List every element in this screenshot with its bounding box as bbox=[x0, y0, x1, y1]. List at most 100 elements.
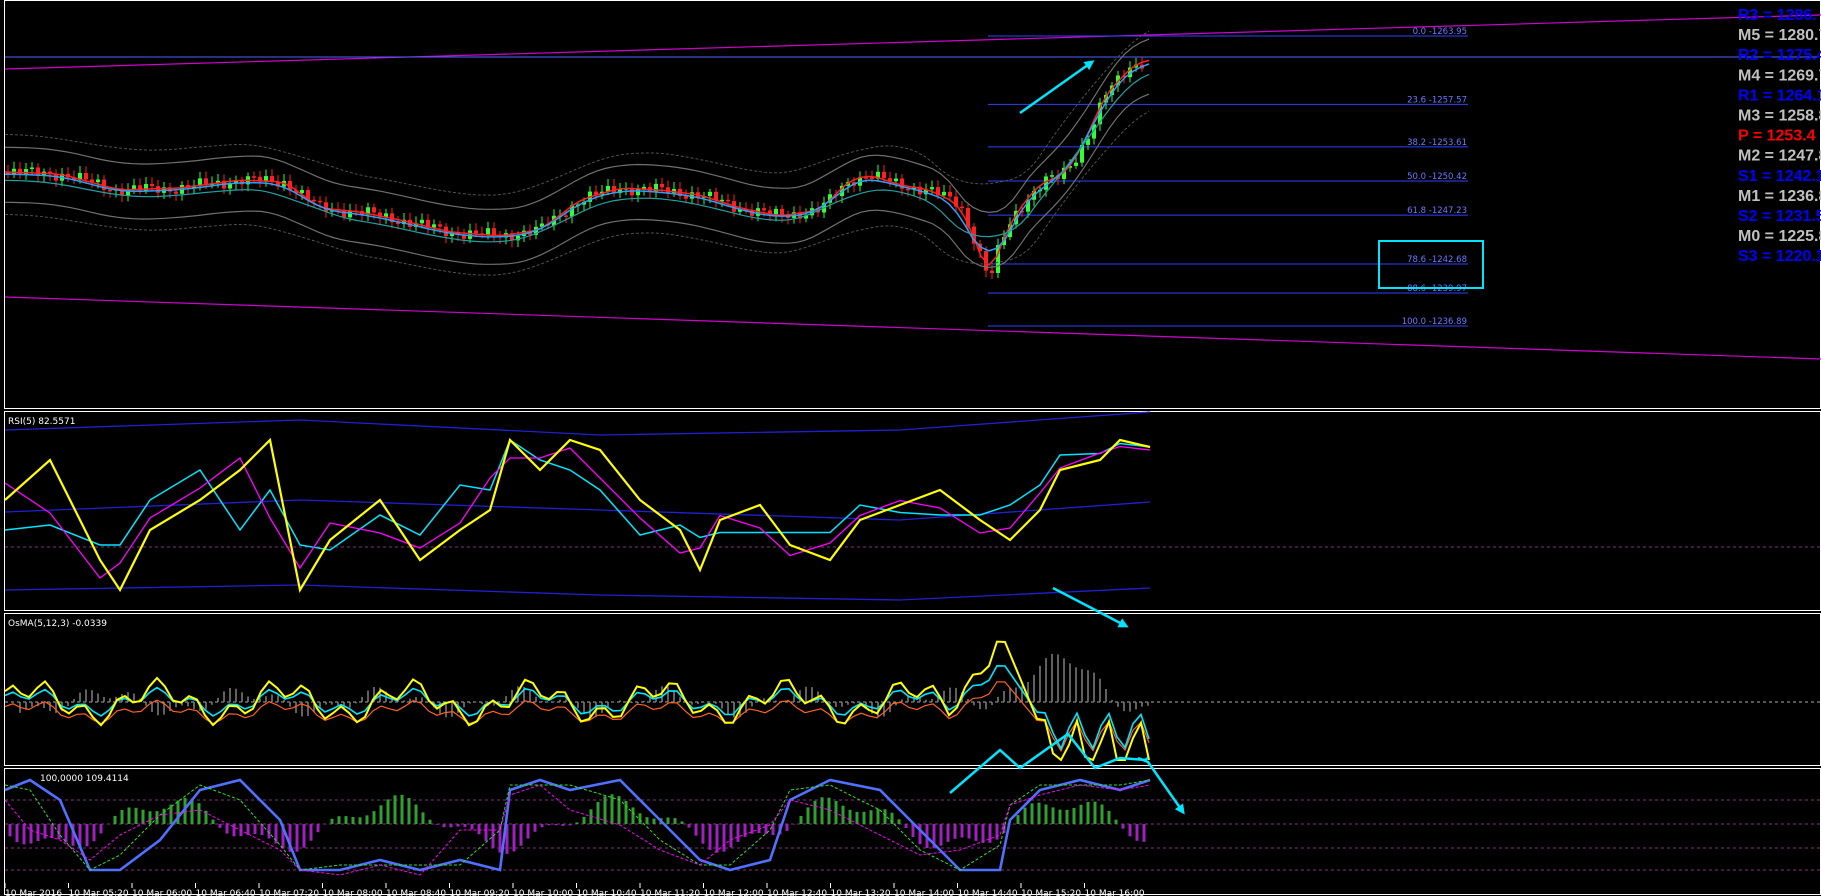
pivot-label: S3 = 1220.1 bbox=[1738, 248, 1821, 265]
osma-lines bbox=[4, 640, 1150, 762]
pivot-label: S1 = 1242.1 bbox=[1738, 168, 1821, 185]
osma-label: OsMA(5,12,3) -0.0339 bbox=[8, 619, 107, 629]
rsi-upper-band bbox=[4, 411, 1151, 436]
slow-ma-line bbox=[4, 73, 1150, 243]
candle-body bbox=[468, 230, 472, 239]
annotation-arrows bbox=[949, 60, 1185, 815]
pivot-label: M4 = 1269.7 bbox=[1738, 67, 1821, 84]
rsi-lower-band bbox=[4, 584, 1151, 601]
candle-body bbox=[174, 191, 178, 194]
candle-body bbox=[660, 183, 664, 188]
candle-body bbox=[30, 167, 34, 170]
fib-level-label: 100.0 -1236.89 bbox=[1402, 317, 1467, 327]
pivot-label: M0 = 1225.8 bbox=[1738, 228, 1821, 245]
osma-panel-frame bbox=[4, 613, 1821, 766]
stoch-main-line bbox=[4, 778, 1151, 872]
pivot-label: M1 = 1236.8 bbox=[1738, 188, 1821, 205]
candle-body bbox=[708, 191, 712, 197]
rsi-lines bbox=[4, 411, 1151, 601]
fib-level-label: 0.0 -1263.95 bbox=[1413, 27, 1467, 37]
time-tick-label: 10 Mar 14:40 bbox=[958, 889, 1018, 896]
candle-body bbox=[948, 191, 952, 197]
candle-body bbox=[1074, 162, 1078, 166]
candle-body bbox=[150, 184, 154, 187]
candle-body bbox=[312, 199, 316, 202]
stoch-signal-line bbox=[4, 779, 1151, 871]
fib-level-label: 38.2 -1253.61 bbox=[1407, 138, 1467, 148]
candle-body bbox=[486, 228, 490, 235]
time-tick-label: 10 Mar 14:00 bbox=[894, 889, 954, 896]
time-tick-label: 10 Mar 10:40 bbox=[577, 889, 637, 896]
time-tick-label: 10 Mar 08:40 bbox=[386, 889, 446, 896]
time-tick-label: 10 Mar 09:20 bbox=[450, 889, 510, 896]
rsi-ma-line bbox=[4, 445, 1151, 579]
candle-body bbox=[318, 200, 322, 203]
pivot-label: S2 = 1231.5 bbox=[1738, 208, 1821, 225]
candle-body bbox=[726, 199, 730, 202]
candle-body bbox=[24, 169, 28, 175]
time-tick-label: 10 Mar 10:00 bbox=[513, 889, 573, 896]
candle-body bbox=[18, 168, 22, 175]
time-tick-label: 10 Mar 12:00 bbox=[704, 889, 764, 896]
stoch-lines bbox=[4, 778, 1151, 876]
time-tick-label: 10 Mar 16:00 bbox=[1085, 889, 1145, 896]
medium-ma-line bbox=[4, 63, 1150, 252]
panel-frames bbox=[4, 0, 1821, 895]
time-tick-label: 10 Mar 08:00 bbox=[323, 889, 383, 896]
candle-body bbox=[438, 224, 442, 227]
candle-body bbox=[894, 178, 898, 182]
chart-area: 0.0 -1263.95 23.6 -1257.57 38.2 -1253.61 50… bbox=[4, 0, 1821, 896]
time-tick-label: 10 Mar 15:20 bbox=[1021, 889, 1081, 896]
rsi-panel-frame bbox=[4, 411, 1821, 611]
channel-lower-line bbox=[4, 296, 1821, 360]
fib-level-label: 61.8 -1247.23 bbox=[1407, 206, 1467, 216]
time-tick-label: 10 Mar 2016 bbox=[5, 889, 62, 896]
price-candles bbox=[6, 57, 1144, 279]
candle-body bbox=[432, 224, 436, 228]
candle-body bbox=[474, 230, 478, 234]
candle-body bbox=[84, 173, 88, 180]
candle-body bbox=[762, 208, 766, 211]
time-tick-label: 10 Mar 12:40 bbox=[767, 889, 827, 896]
candle-body bbox=[1050, 175, 1054, 177]
candle-body bbox=[564, 215, 568, 217]
candle-body bbox=[132, 185, 136, 189]
moving-averages bbox=[4, 30, 1150, 276]
fib-level-label: 23.6 -1257.57 bbox=[1407, 95, 1467, 105]
candle-body bbox=[882, 171, 886, 179]
fib-level-label: 78.6 -1242.68 bbox=[1407, 255, 1467, 265]
time-tick-label: 10 Mar 05:20 bbox=[69, 889, 129, 896]
upper-band-line bbox=[4, 38, 1150, 214]
candle-body bbox=[990, 270, 994, 273]
candle-body bbox=[684, 196, 688, 199]
candle-body bbox=[372, 207, 376, 213]
candle-body bbox=[108, 189, 112, 192]
channel-upper-line bbox=[4, 14, 1821, 70]
pivot-label: M3 = 1258.8 bbox=[1738, 108, 1821, 125]
pivot-label: P = 1253.4 bbox=[1738, 128, 1816, 145]
stoch-exit-arrow bbox=[1137, 756, 1185, 815]
time-tick-label: 10 Mar 13:20 bbox=[831, 889, 891, 896]
rsi-label: RSI(5) 82.5571 bbox=[8, 417, 75, 427]
time-tick-label: 10 Mar 06:00 bbox=[132, 889, 192, 896]
price-panel-frame bbox=[4, 0, 1821, 409]
pivot-label: M5 = 1280.7 bbox=[1738, 27, 1821, 44]
candle-body bbox=[300, 190, 304, 194]
rsi-divergence-arrow bbox=[1052, 586, 1129, 628]
candle-body bbox=[420, 219, 424, 224]
rsi-mid-band bbox=[4, 499, 1151, 521]
pivot-label: R3 = 1286. bbox=[1738, 7, 1817, 24]
candle-body bbox=[870, 177, 874, 180]
candle-body bbox=[324, 202, 328, 212]
pivot-label: R1 = 1264.1 bbox=[1738, 87, 1821, 104]
candle-body bbox=[774, 208, 778, 215]
time-tick-label: 10 Mar 07:20 bbox=[259, 889, 319, 896]
candle-body bbox=[252, 176, 256, 178]
time-tick-label: 10 Mar 06:40 bbox=[196, 889, 256, 896]
pivot-levels: R3 = 1286. M5 = 1280.7 R2 = 1275.4 M4 = 126… bbox=[1738, 7, 1821, 265]
pivot-label: R2 = 1275.4 bbox=[1738, 47, 1821, 64]
outer-upper-band bbox=[4, 30, 1150, 196]
candle-body bbox=[942, 191, 946, 196]
osma-yellow-line bbox=[4, 640, 1150, 762]
uptrend-arrow bbox=[1019, 60, 1095, 115]
